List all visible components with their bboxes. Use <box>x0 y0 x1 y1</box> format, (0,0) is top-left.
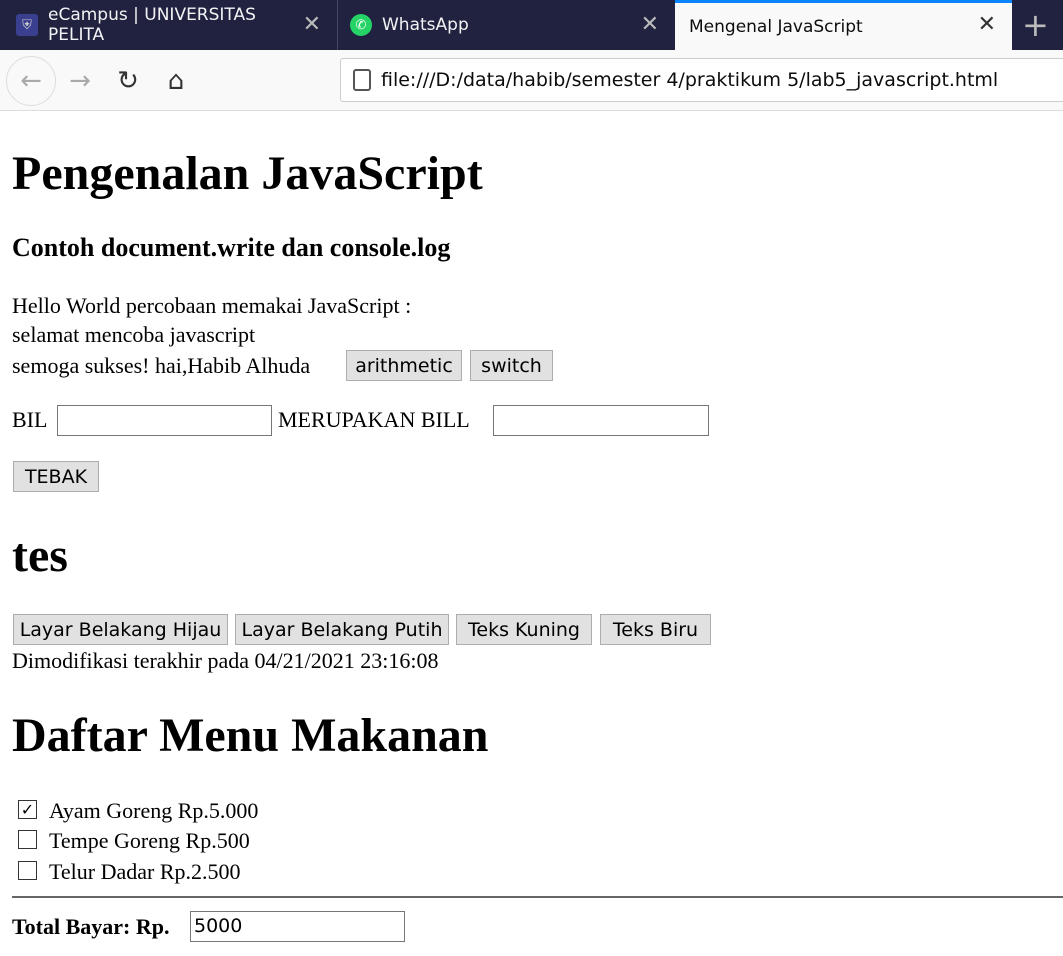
tab-title: WhatsApp <box>382 15 469 35</box>
menu-heading: Daftar Menu Makanan <box>12 709 489 762</box>
bil-label: BIL <box>12 407 48 432</box>
tab-ecampus[interactable]: ⛨ eCampus | UNIVERSITAS PELITA ✕ <box>0 0 337 50</box>
page-title: Pengenalan JavaScript <box>12 147 483 200</box>
tes-heading: tes <box>12 529 68 582</box>
close-tab-icon[interactable]: ✕ <box>303 12 321 37</box>
green-background-button[interactable]: Layar Belakang Hijau <box>13 614 228 645</box>
close-tab-icon[interactable]: ✕ <box>978 12 996 37</box>
merupakan-label: MERUPAKAN BILL <box>278 407 470 432</box>
tab-bar: ⛨ eCampus | UNIVERSITAS PELITA ✕ ✆ Whats… <box>0 0 1063 50</box>
menu-item-label: Telur Dadar Rp.2.500 <box>49 859 241 884</box>
bil-input[interactable] <box>57 405 272 436</box>
url-bar[interactable]: file:///D:/data/habib/semester 4/praktik… <box>340 58 1063 102</box>
menu-item-label: Ayam Goreng Rp.5.000 <box>49 798 259 823</box>
back-icon[interactable]: ← <box>6 56 56 106</box>
text-line: semoga sukses! hai,Habib Alhuda <box>12 353 311 378</box>
text-line: Hello World percobaan memakai JavaScript… <box>12 293 412 318</box>
home-icon[interactable]: ⌂ <box>151 56 201 106</box>
checkbox-telur-dadar[interactable] <box>18 861 37 880</box>
url-text: file:///D:/data/habib/semester 4/praktik… <box>381 69 999 91</box>
white-background-button[interactable]: Layar Belakang Putih <box>235 614 449 645</box>
page-icon <box>353 69 371 91</box>
tab-title: eCampus | UNIVERSITAS PELITA <box>48 5 256 45</box>
new-tab-icon[interactable]: + <box>1022 6 1049 44</box>
checkbox-tempe-goreng[interactable] <box>18 830 37 849</box>
switch-button[interactable]: switch <box>470 350 553 381</box>
tab-mengenal-javascript[interactable]: Mengenal JavaScript ✕ <box>675 0 1012 50</box>
total-label: Total Bayar: Rp. <box>12 914 170 939</box>
tab-title: Mengenal JavaScript <box>689 16 863 37</box>
tab-whatsapp[interactable]: ✆ WhatsApp ✕ <box>338 0 675 50</box>
arithmetic-button[interactable]: arithmetic <box>346 350 462 381</box>
text-line: selamat mencoba javascript <box>12 322 256 347</box>
yellow-text-button[interactable]: Teks Kuning <box>456 614 592 645</box>
blue-text-button[interactable]: Teks Biru <box>600 614 711 645</box>
menu-item-label: Tempe Goreng Rp.500 <box>49 828 250 853</box>
tebak-button[interactable]: TEBAK <box>13 461 99 492</box>
close-tab-icon[interactable]: ✕ <box>641 12 659 37</box>
navigation-bar: ← → ↻ ⌂ file:///D:/data/habib/semester 4… <box>0 50 1063 111</box>
checkbox-ayam-goreng[interactable]: ✓ <box>18 800 37 819</box>
reload-icon[interactable]: ↻ <box>103 56 153 106</box>
whatsapp-icon: ✆ <box>350 14 372 36</box>
subtitle: Contoh document.write dan console.log <box>12 233 451 262</box>
merupakan-input[interactable] <box>493 405 709 436</box>
total-input[interactable]: 5000 <box>190 911 405 942</box>
divider <box>12 896 1063 898</box>
forward-icon[interactable]: → <box>55 56 105 106</box>
university-logo-icon: ⛨ <box>16 14 38 36</box>
last-modified: Dimodifikasi terakhir pada 04/21/2021 23… <box>12 648 439 673</box>
